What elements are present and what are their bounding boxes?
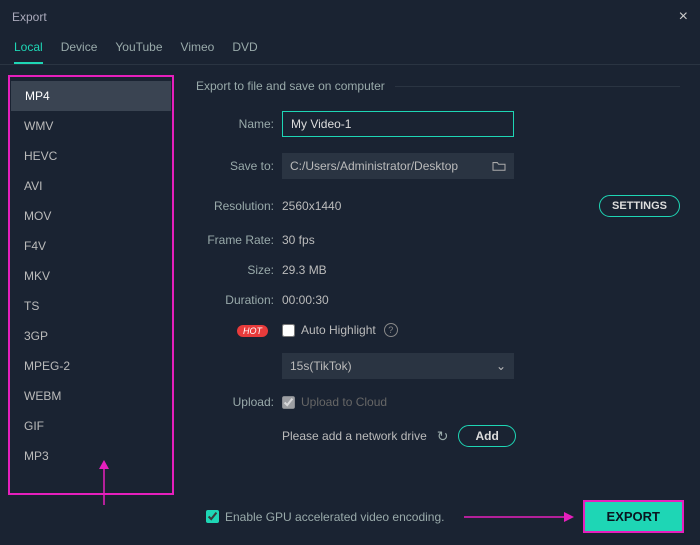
divider [395,86,680,87]
section-header: Export to file and save on computer [196,79,680,93]
resolution-value: 2560x1440 [282,199,341,213]
format-3gp[interactable]: 3GP [10,321,172,351]
window-title: Export [12,10,47,24]
select-value: 15s(TikTok) [290,359,352,373]
upload-checkbox-label: Upload to Cloud [301,395,387,409]
tab-local[interactable]: Local [14,34,43,64]
settings-button[interactable]: SETTINGS [599,195,680,217]
hot-badge: HOT [237,325,268,337]
framerate-value: 30 fps [282,233,315,247]
annotation-arrow-right [464,512,574,522]
footer: Enable GPU accelerated video encoding. E… [0,488,700,545]
saveto-field[interactable]: C:/Users/Administrator/Desktop [282,153,514,179]
close-icon[interactable]: × [679,8,688,26]
folder-icon[interactable] [492,160,506,172]
tab-dvd[interactable]: DVD [232,34,257,64]
format-mp3[interactable]: MP3 [10,441,172,471]
autohighlight-checkbox[interactable] [282,324,295,337]
upload-checkbox [282,396,295,409]
hot-badge-wrap: HOT [196,323,282,337]
upload-label: Upload: [196,395,282,409]
format-ts[interactable]: TS [10,291,172,321]
gpu-checkbox[interactable] [206,510,219,523]
titlebar: Export × [0,0,700,34]
autohighlight-label: Auto Highlight [301,323,376,337]
format-webm[interactable]: WEBM [10,381,172,411]
format-mpeg2[interactable]: MPEG-2 [10,351,172,381]
duration-value: 00:00:30 [282,293,329,307]
add-button[interactable]: Add [458,425,515,447]
format-hevc[interactable]: HEVC [10,141,172,171]
refresh-icon[interactable]: ↻ [437,428,449,445]
gpu-label: Enable GPU accelerated video encoding. [225,510,444,524]
export-button[interactable]: EXPORT [583,500,684,533]
format-wmv[interactable]: WMV [10,111,172,141]
tabs-bar: Local Device YouTube Vimeo DVD [0,34,700,65]
highlight-select[interactable]: 15s(TikTok) ⌄ [282,353,514,379]
size-value: 29.3 MB [282,263,327,277]
netdrive-text: Please add a network drive [282,429,427,443]
name-label: Name: [196,117,282,131]
format-avi[interactable]: AVI [10,171,172,201]
format-sidebar: MP4 WMV HEVC AVI MOV F4V MKV TS 3GP MPEG… [0,65,182,505]
chevron-down-icon: ⌄ [496,359,506,373]
duration-label: Duration: [196,293,282,307]
resolution-label: Resolution: [196,199,282,213]
format-mp4[interactable]: MP4 [11,81,171,111]
saveto-value: C:/Users/Administrator/Desktop [290,159,458,173]
name-input[interactable] [282,111,514,137]
info-icon[interactable]: ? [384,323,398,337]
main-panel: Export to file and save on computer Name… [182,65,700,505]
size-label: Size: [196,263,282,277]
format-mkv[interactable]: MKV [10,261,172,291]
format-f4v[interactable]: F4V [10,231,172,261]
tab-vimeo[interactable]: Vimeo [181,34,215,64]
saveto-label: Save to: [196,159,282,173]
framerate-label: Frame Rate: [196,233,282,247]
format-list-highlight: MP4 WMV HEVC AVI MOV F4V MKV TS 3GP MPEG… [8,75,174,495]
format-mov[interactable]: MOV [10,201,172,231]
tab-device[interactable]: Device [61,34,98,64]
format-gif[interactable]: GIF [10,411,172,441]
tab-youtube[interactable]: YouTube [115,34,162,64]
section-title: Export to file and save on computer [196,79,385,93]
